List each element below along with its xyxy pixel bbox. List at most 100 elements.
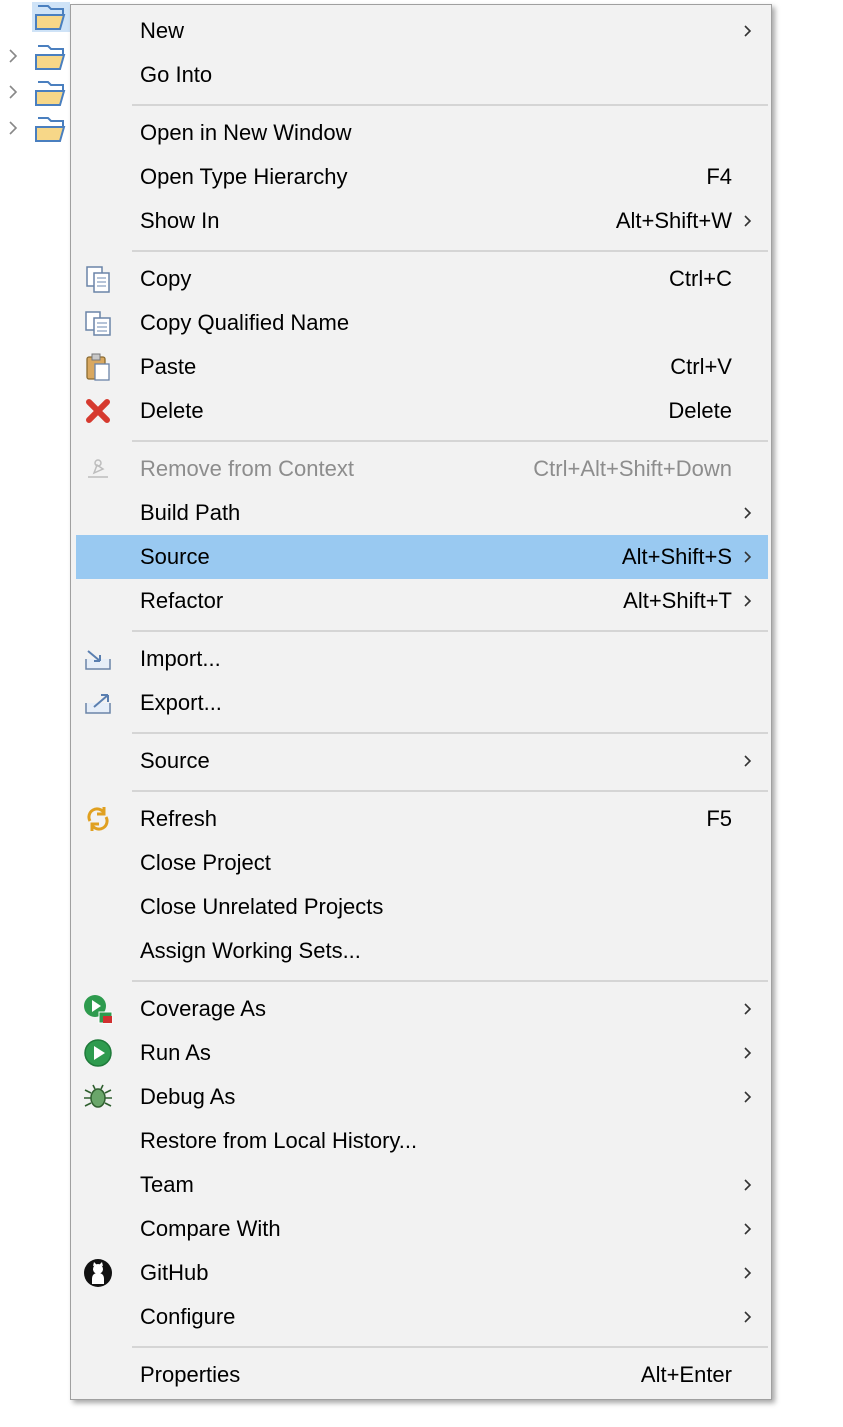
chevron-right-icon — [744, 1179, 752, 1191]
menu-item-label: Compare With — [140, 1216, 281, 1241]
menu-item-new[interactable]: New — [76, 9, 768, 53]
menu-item-label: Configure — [140, 1304, 236, 1329]
menu-item-remove-from-context[interactable]: Remove from Context Ctrl+Alt+Shift+Down — [76, 447, 768, 491]
debug-bug-icon — [84, 1084, 112, 1108]
menu-separator — [132, 250, 768, 252]
menu-item-label: Build Path — [140, 500, 241, 525]
menu-item-shortcut: Ctrl+Alt+Shift+Down — [533, 456, 732, 481]
chevron-right-icon[interactable] — [8, 84, 18, 100]
menu-item-label: Export... — [140, 690, 222, 715]
open-folder-icon — [35, 117, 66, 142]
menu-item-go-into[interactable]: Go Into — [76, 53, 768, 97]
chevron-right-icon — [744, 1311, 752, 1323]
menu-item-label: Team — [140, 1172, 194, 1197]
menu-item-label: Properties — [140, 1362, 241, 1387]
chevron-right-icon — [744, 25, 752, 37]
chevron-right-icon — [744, 755, 752, 767]
menu-item-shortcut: Ctrl+V — [670, 354, 732, 379]
menu-item-label: Close Unrelated Projects — [140, 894, 384, 919]
copy-icon — [86, 266, 110, 293]
menu-item-run-as[interactable]: Run As — [76, 1031, 768, 1075]
import-icon — [85, 650, 111, 670]
chevron-right-icon — [744, 1047, 752, 1059]
menu-item-restore-from-local-history[interactable]: Restore from Local History... — [76, 1119, 768, 1163]
chevron-right-icon — [744, 551, 752, 563]
menu-item-label: Delete — [140, 398, 204, 423]
menu-item-export[interactable]: Export... — [76, 681, 768, 725]
menu-item-label: Paste — [140, 354, 197, 379]
menu-item-label: Run As — [140, 1040, 211, 1065]
project-explorer-tree — [0, 0, 72, 160]
menu-item-label: Show In — [140, 208, 220, 233]
menu-item-source-2[interactable]: Source — [76, 739, 768, 783]
chevron-right-icon — [744, 1223, 752, 1235]
menu-item-label: Debug As — [140, 1084, 236, 1109]
menu-item-label: Source — [140, 748, 210, 773]
context-menu: New Go Into Open in New Window Open Type… — [70, 4, 772, 1400]
menu-item-shortcut: F5 — [706, 806, 732, 831]
open-folder-icon — [32, 2, 70, 32]
menu-item-show-in[interactable]: Show In Alt+Shift+W — [76, 199, 768, 243]
paste-icon — [86, 353, 110, 381]
menu-item-copy-qualified-name[interactable]: Copy Qualified Name — [76, 301, 768, 345]
menu-item-shortcut: Ctrl+C — [669, 266, 732, 291]
coverage-icon — [84, 995, 113, 1024]
run-icon — [84, 1039, 112, 1067]
menu-item-open-type-hierarchy[interactable]: Open Type Hierarchy F4 — [76, 155, 768, 199]
menu-item-close-unrelated-projects[interactable]: Close Unrelated Projects — [76, 885, 768, 929]
tree-row[interactable] — [4, 40, 70, 74]
menu-item-shortcut: Alt+Shift+T — [623, 588, 732, 613]
menu-item-team[interactable]: Team — [76, 1163, 768, 1207]
menu-item-label: Restore from Local History... — [140, 1128, 418, 1153]
export-icon — [85, 694, 111, 714]
menu-item-label: Coverage As — [140, 996, 266, 1021]
menu-separator — [132, 980, 768, 982]
menu-item-paste[interactable]: Paste Ctrl+V — [76, 345, 768, 389]
menu-item-coverage-as[interactable]: Coverage As — [76, 987, 768, 1031]
menu-item-label: Refresh — [140, 806, 218, 831]
menu-item-import[interactable]: Import... — [76, 637, 768, 681]
menu-item-shortcut: Alt+Shift+S — [621, 544, 732, 569]
chevron-right-icon — [744, 1091, 752, 1103]
menu-item-shortcut: Alt+Enter — [640, 1362, 732, 1387]
chevron-right-icon — [744, 215, 752, 227]
tree-row[interactable] — [4, 0, 70, 34]
menu-item-label: Assign Working Sets... — [140, 938, 361, 963]
menu-item-compare-with[interactable]: Compare With — [76, 1207, 768, 1251]
menu-item-refresh[interactable]: Refresh F5 — [76, 797, 768, 841]
menu-item-configure[interactable]: Configure — [76, 1295, 768, 1339]
chevron-right-icon — [744, 1267, 752, 1279]
menu-separator — [132, 790, 768, 792]
chevron-right-icon — [744, 595, 752, 607]
menu-separator — [132, 630, 768, 632]
menu-item-label: Go Into — [140, 62, 213, 87]
chevron-right-icon[interactable] — [8, 120, 18, 136]
menu-item-label: GitHub — [140, 1260, 209, 1285]
menu-item-label: Copy Qualified Name — [140, 310, 350, 335]
menu-item-source[interactable]: Source Alt+Shift+S — [76, 535, 768, 579]
menu-item-label: New — [140, 18, 185, 43]
menu-item-label: Open Type Hierarchy — [140, 164, 348, 189]
tree-row[interactable] — [4, 112, 70, 146]
open-folder-icon — [35, 45, 66, 70]
remove-from-context-icon — [88, 459, 108, 478]
refresh-icon — [87, 807, 109, 831]
menu-item-delete[interactable]: Delete Delete — [76, 389, 768, 433]
menu-item-debug-as[interactable]: Debug As — [76, 1075, 768, 1119]
menu-item-copy[interactable]: Copy Ctrl+C — [76, 257, 768, 301]
open-folder-icon — [35, 81, 66, 106]
menu-item-label: Import... — [140, 646, 221, 671]
tree-row[interactable] — [4, 76, 70, 110]
chevron-right-icon[interactable] — [8, 48, 18, 64]
menu-item-github[interactable]: GitHub — [76, 1251, 768, 1295]
menu-item-label: Open in New Window — [140, 120, 352, 145]
menu-item-label: Refactor — [140, 588, 224, 613]
menu-item-open-in-new-window[interactable]: Open in New Window — [76, 111, 768, 155]
menu-item-build-path[interactable]: Build Path — [76, 491, 768, 535]
menu-separator — [132, 732, 768, 734]
menu-item-label: Remove from Context — [140, 456, 354, 481]
menu-item-properties[interactable]: Properties Alt+Enter — [76, 1353, 768, 1397]
menu-item-assign-working-sets[interactable]: Assign Working Sets... — [76, 929, 768, 973]
menu-item-close-project[interactable]: Close Project — [76, 841, 768, 885]
menu-item-refactor[interactable]: Refactor Alt+Shift+T — [76, 579, 768, 623]
